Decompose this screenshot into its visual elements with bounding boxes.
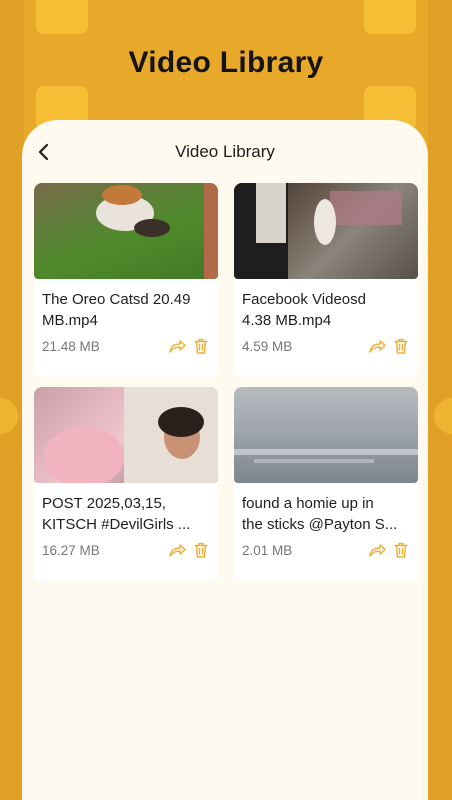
panel-header: Video Library [22,120,428,184]
video-card[interactable]: Facebook Videosd 4.38 MB.mp4 4.59 MB [234,183,418,377]
video-grid: The Oreo Catsd 20.49 MB.mp4 21.48 MB Fac… [34,183,418,581]
video-thumbnail[interactable] [234,183,418,279]
trash-icon[interactable] [392,541,410,559]
video-card[interactable]: POST 2025,03,15, KITSCH #DevilGirls ... … [34,387,218,581]
share-icon[interactable] [168,541,186,559]
film-hole [36,0,88,34]
video-thumbnail[interactable] [34,387,218,483]
video-name: POST 2025,03,15, KITSCH #DevilGirls ... [42,495,191,533]
video-size: 2.01 MB [242,543,293,558]
film-hole [364,0,416,34]
video-name: found a homie up in the sticks @Payton S… [242,495,398,533]
share-icon[interactable] [368,541,386,559]
trash-icon[interactable] [192,541,210,559]
video-name: The Oreo Catsd 20.49 MB.mp4 [42,291,191,329]
library-panel: Video Library The Oreo Catsd 20.49 MB.mp… [22,120,428,800]
video-size: 16.27 MB [42,543,100,558]
app-title: Video Library [128,46,324,79]
video-card[interactable]: found a homie up in the sticks @Payton S… [234,387,418,581]
video-size: 21.48 MB [42,339,100,354]
share-icon[interactable] [168,337,186,355]
video-card[interactable]: The Oreo Catsd 20.49 MB.mp4 21.48 MB [34,183,218,377]
video-size: 4.59 MB [242,339,293,354]
trash-icon[interactable] [192,337,210,355]
trash-icon[interactable] [392,337,410,355]
share-icon[interactable] [368,337,386,355]
video-name: Facebook Videosd 4.38 MB.mp4 [242,291,366,329]
video-thumbnail[interactable] [34,183,218,279]
video-thumbnail[interactable] [234,387,418,483]
page-title: Video Library [175,142,275,161]
